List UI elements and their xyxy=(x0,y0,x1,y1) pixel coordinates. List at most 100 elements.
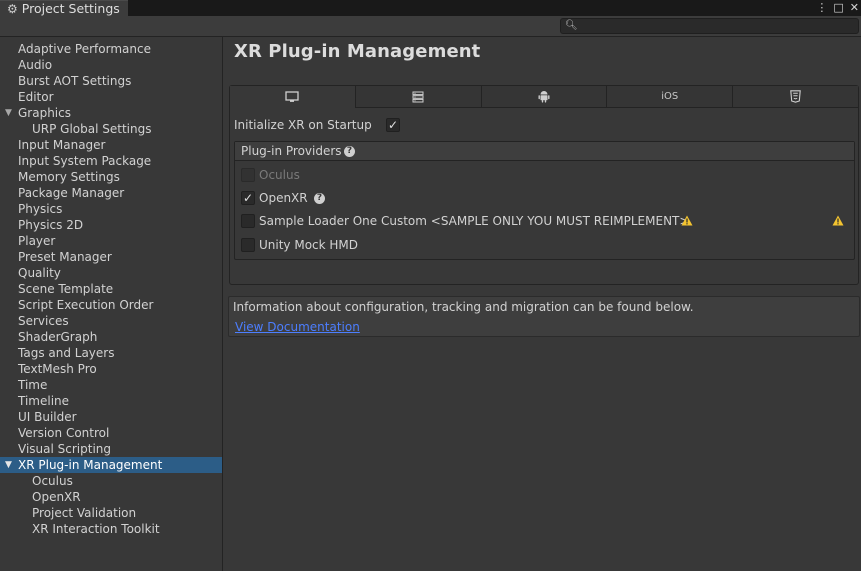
sidebar-item-label: Input System Package xyxy=(18,154,152,168)
sidebar-item-label: Services xyxy=(18,314,69,328)
tab-dedicated-server[interactable] xyxy=(355,86,482,107)
sidebar-item-label: Version Control xyxy=(18,426,110,440)
more-options-icon[interactable]: ⋮ xyxy=(816,2,827,13)
sidebar-item-label: Burst AOT Settings xyxy=(18,74,132,88)
sidebar-item-project-validation[interactable]: Project Validation xyxy=(0,505,222,521)
tab-android[interactable] xyxy=(481,86,608,107)
initialize-xr-checkbox[interactable] xyxy=(386,118,400,132)
sidebar-item-ui-builder[interactable]: UI Builder xyxy=(0,409,222,425)
sidebar-item-label: XR Interaction Toolkit xyxy=(32,522,160,536)
sidebar-item-label: Memory Settings xyxy=(18,170,120,184)
tab-standalone[interactable] xyxy=(230,86,356,108)
sidebar-item-script-execution-order[interactable]: Script Execution Order xyxy=(0,297,222,313)
provider-sample-loader-checkbox[interactable] xyxy=(241,214,255,228)
help-icon[interactable]: ? xyxy=(314,193,325,204)
sidebar-item-preset-manager[interactable]: Preset Manager xyxy=(0,249,222,265)
window-tab-bar: ⚙ Project Settings ⋮ □ ✕ xyxy=(0,0,861,17)
sidebar-item-label: UI Builder xyxy=(18,410,77,424)
sidebar-item-adaptive-performance[interactable]: Adaptive Performance xyxy=(0,41,222,57)
expand-arrow-icon[interactable]: ▼ xyxy=(5,457,12,473)
window-controls: ⋮ □ ✕ xyxy=(816,0,859,14)
search-icon: 🔍︎ xyxy=(565,20,578,31)
sidebar-item-package-manager[interactable]: Package Manager xyxy=(0,185,222,201)
sidebar-item-shadergraph[interactable]: ShaderGraph xyxy=(0,329,222,345)
view-documentation-link[interactable]: View Documentation xyxy=(235,320,360,334)
sidebar-item-label: Package Manager xyxy=(18,186,125,200)
sidebar-item-label: Scene Template xyxy=(18,282,114,296)
close-icon[interactable]: ✕ xyxy=(850,2,859,13)
sidebar-item-label: Player xyxy=(18,234,56,248)
plugin-providers-box: Plug-in Providers ? Oculus OpenXR ? Samp… xyxy=(234,141,855,260)
sidebar-item-xr-interaction-toolkit[interactable]: XR Interaction Toolkit xyxy=(0,521,222,537)
sidebar-item-quality[interactable]: Quality xyxy=(0,265,222,281)
provider-sample-loader: Sample Loader One Custom <SAMPLE ONLY YO… xyxy=(235,212,854,230)
sidebar-item-label: Physics 2D xyxy=(18,218,84,232)
sidebar-item-label: Script Execution Order xyxy=(18,298,154,312)
tab-ios[interactable]: iOS xyxy=(607,86,734,107)
sidebar-item-urp-global-settings[interactable]: URP Global Settings xyxy=(0,121,222,137)
search-box[interactable]: 🔍︎ xyxy=(560,18,859,34)
sidebar-item-label: Audio xyxy=(18,58,53,72)
sidebar-item-xr-plug-in-management[interactable]: ▼ XR Plug-in Management xyxy=(0,457,222,473)
provider-unity-mock-hmd: Unity Mock HMD xyxy=(235,236,854,254)
sidebar-item-label: Quality xyxy=(18,266,61,280)
sidebar-item-label: Project Validation xyxy=(32,506,137,520)
sidebar-item-tags-and-layers[interactable]: Tags and Layers xyxy=(0,345,222,361)
sidebar-item-editor[interactable]: Editor xyxy=(0,89,222,105)
sidebar-item-audio[interactable]: Audio xyxy=(0,57,222,73)
sidebar-item-physics[interactable]: Physics xyxy=(0,201,222,217)
provider-unity-mock-hmd-checkbox[interactable] xyxy=(241,238,255,252)
sidebar-item-graphics[interactable]: ▼ Graphics xyxy=(0,105,222,121)
sidebar-item-label: URP Global Settings xyxy=(32,122,152,136)
provider-sample-loader-label: Sample Loader One Custom <SAMPLE ONLY YO… xyxy=(259,214,690,228)
project-settings-tab[interactable]: ⚙ Project Settings xyxy=(0,0,128,17)
toolbar: 🔍︎ xyxy=(0,16,861,37)
sidebar-item-label: Graphics xyxy=(18,106,71,120)
sidebar-item-label: OpenXR xyxy=(32,490,81,504)
platform-settings-panel: iOS Initialize XR on Startup Plug-in Pro… xyxy=(229,85,859,285)
plugin-providers-label: Plug-in Providers xyxy=(241,144,342,158)
maximize-icon[interactable]: □ xyxy=(833,2,843,13)
initialize-xr-label: Initialize XR on Startup xyxy=(234,118,372,132)
desktop-icon xyxy=(285,91,300,102)
sidebar-item-label: ShaderGraph xyxy=(18,330,98,344)
sidebar-item-label: Physics xyxy=(18,202,63,216)
sidebar-item-openxr[interactable]: OpenXR xyxy=(0,489,222,505)
sidebar-item-label: TextMesh Pro xyxy=(18,362,97,376)
sidebar-item-textmesh-pro[interactable]: TextMesh Pro xyxy=(0,361,222,377)
plugin-providers-header: Plug-in Providers ? xyxy=(235,142,854,161)
sidebar-item-scene-template[interactable]: Scene Template xyxy=(0,281,222,297)
sidebar-item-physics-2d[interactable]: Physics 2D xyxy=(0,217,222,233)
server-icon xyxy=(412,91,424,102)
sidebar-item-input-system-package[interactable]: Input System Package xyxy=(0,153,222,169)
sidebar-item-timeline[interactable]: Timeline xyxy=(0,393,222,409)
ios-icon: iOS xyxy=(661,91,679,102)
provider-openxr-checkbox[interactable] xyxy=(241,191,255,205)
tab-webgl[interactable] xyxy=(733,86,858,107)
tab-title: Project Settings xyxy=(21,0,120,16)
search-input[interactable] xyxy=(577,19,855,33)
sidebar-item-memory-settings[interactable]: Memory Settings xyxy=(0,169,222,185)
sidebar-item-services[interactable]: Services xyxy=(0,313,222,329)
info-box: Information about configuration, trackin… xyxy=(228,296,860,337)
settings-sidebar: Adaptive Performance Audio Burst AOT Setti… xyxy=(0,37,223,571)
main-panel: XR Plug-in Management iOS Initialize XR … xyxy=(224,37,861,571)
sidebar-item-input-manager[interactable]: Input Manager xyxy=(0,137,222,153)
sidebar-item-label: Editor xyxy=(18,90,54,104)
sidebar-item-label: Tags and Layers xyxy=(18,346,115,360)
provider-openxr: OpenXR ? xyxy=(235,189,854,207)
sidebar-item-label: XR Plug-in Management xyxy=(18,458,163,472)
sidebar-item-visual-scripting[interactable]: Visual Scripting xyxy=(0,441,222,457)
sidebar-item-player[interactable]: Player xyxy=(0,233,222,249)
sidebar-item-burst-aot-settings[interactable]: Burst AOT Settings xyxy=(0,73,222,89)
sidebar-item-time[interactable]: Time xyxy=(0,377,222,393)
sidebar-item-version-control[interactable]: Version Control xyxy=(0,425,222,441)
expand-arrow-icon[interactable]: ▼ xyxy=(5,105,12,121)
help-icon[interactable]: ? xyxy=(344,146,355,157)
sidebar-item-label: Timeline xyxy=(18,394,70,408)
warning-icon xyxy=(681,215,693,226)
sidebar-item-label: Visual Scripting xyxy=(18,442,111,456)
provider-openxr-label: OpenXR xyxy=(259,191,308,205)
provider-oculus-label: Oculus xyxy=(259,168,300,182)
sidebar-item-oculus[interactable]: Oculus xyxy=(0,473,222,489)
